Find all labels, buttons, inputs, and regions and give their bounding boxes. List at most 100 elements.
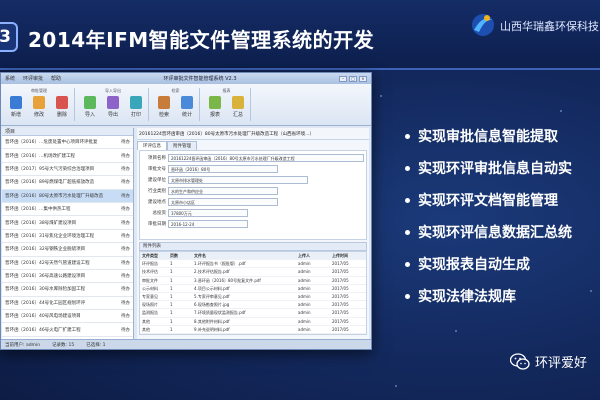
menu-item-system[interactable]: 系统: [5, 75, 15, 82]
ribbon-button-icon: [84, 96, 96, 109]
column-header: 页数: [170, 253, 178, 258]
form-field[interactable]: 20161224晋环函审函〔2016〕80号太原市污水处理厂升级改造工程: [168, 154, 364, 162]
form-label: 行业类别: [148, 189, 166, 194]
form-field[interactable]: 晋环函〔2016〕80号: [168, 165, 278, 173]
project-list-item[interactable]: 晋环函〔2016〕…机场改扩建工程 待办: [2, 149, 133, 163]
form-label: 建设单位: [148, 178, 166, 183]
table-cell: 2017/05: [332, 310, 349, 316]
form-field[interactable]: 2016-12-24: [168, 220, 248, 228]
close-button[interactable]: ×: [358, 75, 367, 82]
project-list-item[interactable]: 晋环函〔2016〕30号水库除险加固工程 待办: [2, 283, 133, 297]
project-status: 待办: [121, 166, 130, 172]
table-cell: admin: [298, 293, 311, 299]
ribbon-button[interactable]: 修改: [30, 96, 48, 118]
ribbon-buttons: 新增 修改 删除: [7, 96, 71, 118]
project-name: 晋环函〔2016〕44号化工园区规划环评: [5, 300, 86, 306]
form-label: 审批日期: [148, 222, 166, 227]
ribbon-button-label: 打印: [130, 112, 141, 118]
table-row[interactable]: 监测报告 1 7.环境质量现状监测报告.pdf admin 2017/05: [140, 309, 366, 318]
bullet-dot-icon: [405, 133, 410, 139]
star-dot: [560, 110, 562, 112]
project-list-item[interactable]: 晋环函〔2016〕42号天然气管道建设工程 待办: [2, 257, 133, 270]
form-label: 审批文号: [148, 167, 166, 172]
project-status: 待办: [121, 300, 130, 306]
ribbon-button-icon: [130, 96, 142, 109]
form-field[interactable]: 水的生产和供应业: [168, 187, 278, 195]
project-list-item[interactable]: 晋环函〔2016〕89号燃煤电厂超低排放改造 待办: [2, 176, 133, 190]
ribbon-button[interactable]: 统计: [178, 96, 196, 118]
tab-attachments[interactable]: 附件管理: [167, 141, 197, 150]
slide-header: 3 2014年IFM智能文件管理系统的开发 山西华瑞鑫环保科技: [0, 0, 600, 70]
form-field[interactable]: 37800万元: [168, 209, 248, 217]
project-list-item[interactable]: 晋环函〔2017〕95号大气污染综合治理项目 待办: [2, 163, 133, 177]
table-row[interactable]: 公示材料 1 4.项目公示材料.pdf admin 2017/05: [140, 285, 366, 293]
table-cell: 环评报告: [142, 261, 158, 267]
ribbon-button[interactable]: 删除: [53, 96, 71, 118]
status-count: 记录数: 15: [52, 342, 75, 348]
bullet-dot-icon: [405, 197, 410, 203]
table-cell: 1: [170, 285, 173, 291]
status-bar: 当前用户: admin 记录数: 15 已选择: 1: [1, 339, 371, 349]
table-cell: 1: [170, 310, 173, 316]
ribbon-button-icon: [107, 96, 119, 109]
project-list-item[interactable]: 晋环函〔2016〕36号高速公路建设项目 待办: [2, 270, 133, 284]
table-row[interactable]: 其他 1 8.其他附件材料.pdf admin 2017/05: [140, 318, 366, 326]
project-list-item[interactable]: 晋环函〔2016〕80号太原市污水处理厂升级改造 待办: [2, 189, 133, 203]
project-status: 待办: [121, 274, 130, 280]
table-row[interactable]: 环评报告 1 1.环评报告书（报批版）.pdf admin 2017/05: [140, 260, 366, 269]
project-name: 晋环函〔2016〕38号煤矿建设项目: [5, 220, 77, 226]
form-field[interactable]: 太原市排水管理处: [168, 176, 308, 184]
menu-bar: 系统 环评审批 帮助: [5, 75, 61, 82]
menu-item-approval[interactable]: 环评审批: [23, 75, 43, 82]
minimize-button[interactable]: –: [338, 75, 347, 82]
ribbon-button[interactable]: 检索: [155, 96, 173, 118]
table-row[interactable]: 技术评估 1 2.技术评估报告.pdf admin 2017/05: [140, 268, 366, 277]
project-status: 待办: [121, 153, 130, 159]
wechat-watermark: 环评爱好: [510, 352, 587, 371]
slide-title: 2014年IFM智能文件管理系统的开发: [28, 28, 375, 52]
ribbon-buttons: 报表 汇总: [206, 96, 247, 118]
project-list-item[interactable]: 晋环函〔2016〕46号火电厂扩建工程 待办: [2, 323, 133, 337]
ribbon-button[interactable]: 报表: [206, 96, 224, 118]
project-list-item[interactable]: 晋环函〔2016〕…危废处置中心项目环评批复 待办: [2, 136, 133, 150]
table-row[interactable]: 现场照片 1 6.现场勘查照片.jpg admin 2017/05: [140, 301, 366, 310]
ribbon-button-icon: [56, 96, 68, 109]
column-header: 上传人: [298, 253, 310, 258]
ribbon-button-label: 修改: [33, 112, 44, 118]
table-cell: 技术评估: [142, 269, 158, 275]
table-cell: 2017/05: [332, 318, 349, 324]
table-row[interactable]: 专家意见 1 5.专家评审意见.pdf admin 2017/05: [140, 293, 366, 302]
wechat-icon: [510, 353, 530, 370]
table-cell: 7.环境质量现状监测报告.pdf: [194, 310, 246, 316]
project-list-item[interactable]: 晋环函〔2016〕40号风电场建设项目 待办: [2, 310, 133, 324]
form-row: 总投资 37800万元: [142, 208, 364, 218]
project-list-item[interactable]: 晋环函〔2016〕32号钢铁企业脱硫项目 待办: [2, 243, 133, 257]
table-cell: 监测报告: [142, 310, 158, 316]
bullet-item: 实现环评文档智能管理: [405, 184, 600, 216]
table-cell: 1: [170, 269, 173, 275]
ribbon-button[interactable]: 打印: [127, 96, 145, 118]
table-row[interactable]: 其他 1 9.补充说明材料.pdf admin 2017/05: [140, 326, 366, 334]
column-header: 上传时间: [332, 253, 348, 258]
window-controls: – □ ×: [338, 75, 367, 82]
bullet-dot-icon: [405, 261, 410, 267]
project-list-item[interactable]: 晋环函〔2016〕44号化工园区规划环评 待办: [2, 297, 133, 311]
table-cell: admin: [298, 261, 311, 267]
tab-eia-info[interactable]: 环评信息: [137, 141, 167, 150]
ribbon-button[interactable]: 新增: [7, 96, 25, 118]
table-row[interactable]: 审批文件 1 3.晋环函〔2016〕80号批复文件.pdf admin 2017/05: [140, 277, 366, 285]
ribbon-button[interactable]: 导入: [81, 96, 99, 118]
project-list-item[interactable]: 晋环函〔2016〕…集中供热工程 待办: [2, 203, 133, 217]
ribbon-button-label: 删除: [56, 112, 67, 118]
ribbon-button[interactable]: 导出: [104, 96, 122, 118]
project-list-item[interactable]: 晋环函〔2016〕38号煤矿建设项目 待办: [2, 216, 133, 230]
form-label: 建设地点: [148, 200, 166, 205]
project-list-item[interactable]: 晋环函〔2016〕31号焦化企业环境治理工程 待办: [2, 230, 133, 244]
project-name: 晋环函〔2016〕40号风电场建设项目: [5, 314, 81, 320]
form-field[interactable]: 太原市小店区: [168, 198, 278, 206]
maximize-button[interactable]: □: [348, 75, 357, 82]
star-dot: [380, 95, 382, 97]
menu-item-help[interactable]: 帮助: [51, 75, 61, 82]
ribbon-button[interactable]: 汇总: [229, 96, 247, 118]
company-name: 山西华瑞鑫环保科技: [500, 20, 599, 33]
